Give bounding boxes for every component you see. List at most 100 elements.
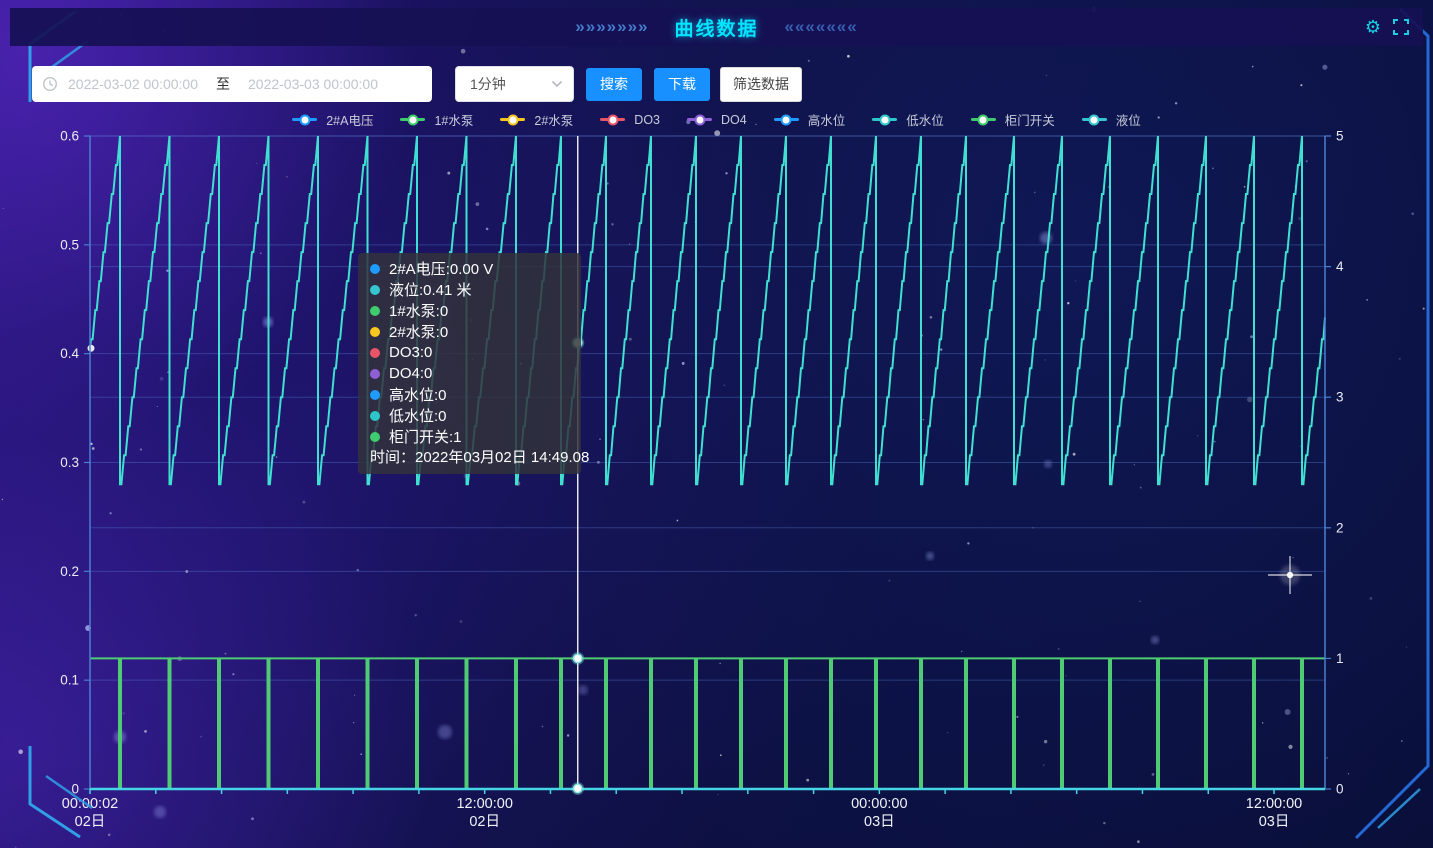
filter-data-button[interactable]: 筛选数据 <box>720 67 802 102</box>
star <box>1348 773 1349 774</box>
star <box>682 362 685 365</box>
glow-blob <box>1040 232 1052 244</box>
download-button[interactable]: 下载 <box>654 68 710 101</box>
star <box>724 385 725 386</box>
legend-item-3[interactable]: 2#水泵 <box>500 110 573 129</box>
legend-item-1[interactable]: 2#A电压 <box>292 110 373 129</box>
series-line-liquid-level <box>90 136 1325 484</box>
star <box>1252 66 1254 68</box>
tooltip-series-dot <box>370 348 380 358</box>
star <box>415 695 418 698</box>
legend-marker-dot <box>781 114 792 125</box>
date-start-value[interactable]: 2022-03-02 00:00:00 <box>58 76 208 92</box>
star <box>922 419 924 421</box>
star <box>108 834 111 837</box>
legend-marker-line <box>1082 118 1107 121</box>
star <box>1108 186 1110 188</box>
star <box>157 406 158 407</box>
search-button[interactable]: 搜索 <box>586 68 642 101</box>
corner-accent-bottom-left <box>46 776 92 808</box>
star <box>90 443 93 446</box>
star <box>1046 75 1048 77</box>
legend-item-2[interactable]: 1#水泵 <box>400 110 473 129</box>
legend-marker-dot <box>694 114 705 125</box>
star <box>717 794 719 796</box>
legend-label: 高水位 <box>808 110 846 129</box>
legend-marker-dot <box>407 114 418 125</box>
y-left-tick-label: 0 <box>71 782 79 797</box>
legend-marker-dot <box>299 114 310 125</box>
star <box>276 456 278 458</box>
x-tick-label-time: 00:00:02 <box>62 796 118 812</box>
star <box>1175 102 1177 104</box>
series-line-door-switch <box>90 658 1325 788</box>
interval-select[interactable]: 1分钟 <box>455 66 574 102</box>
legend-label: DO4 <box>721 113 747 127</box>
tooltip-series-dot <box>370 327 380 337</box>
star <box>806 779 809 782</box>
star <box>567 734 569 736</box>
star <box>888 580 890 582</box>
star <box>1044 740 1047 743</box>
star <box>611 223 613 225</box>
star <box>1140 487 1142 489</box>
star <box>719 663 720 664</box>
star <box>1366 299 1368 301</box>
x-tick-label-time: 00:00:00 <box>851 796 907 812</box>
legend-marker-line <box>687 118 712 121</box>
legend-item-6[interactable]: 高水位 <box>774 110 846 129</box>
date-end-value[interactable]: 2022-03-03 00:00:00 <box>238 76 388 92</box>
date-range-input[interactable]: 2022-03-02 00:00:00 至 2022-03-03 00:00:0… <box>32 66 432 102</box>
star <box>1326 757 1328 759</box>
glow-blob <box>1044 460 1052 468</box>
clock-icon <box>42 76 58 92</box>
star <box>677 520 679 522</box>
star <box>947 732 948 733</box>
star <box>516 481 521 486</box>
glow-blob <box>438 725 452 739</box>
tooltip-time: 时间：2022年03月02日 14:49.08 <box>370 447 569 468</box>
x-tick-label-time: 12:00:00 <box>1246 796 1302 812</box>
star <box>1423 308 1425 310</box>
date-separator: 至 <box>216 74 230 94</box>
flare-glow <box>1280 565 1300 585</box>
legend-item-8[interactable]: 柜门开关 <box>971 110 1055 129</box>
star <box>1103 822 1105 824</box>
y-left-tick-label: 0.2 <box>60 564 79 579</box>
star <box>459 620 462 623</box>
glow-blob <box>926 552 934 560</box>
star <box>1247 397 1253 403</box>
star <box>1294 185 1296 187</box>
crosshair-marker <box>574 654 582 662</box>
legend-item-4[interactable]: DO3 <box>600 113 660 127</box>
fullscreen-icon[interactable] <box>1393 19 1409 35</box>
star <box>629 338 632 341</box>
legend-item-5[interactable]: DO4 <box>687 113 747 127</box>
header-bar: »»»»»»» 曲线数据 ««««««« ⚙ <box>10 8 1423 46</box>
star <box>1322 65 1327 70</box>
settings-gear-icon[interactable]: ⚙ <box>1365 17 1381 38</box>
legend-label: 1#水泵 <box>434 110 473 129</box>
y-right-tick-label: 2 <box>1336 520 1344 535</box>
tooltip-series-value: 低水位:0 <box>389 405 447 426</box>
y-right-tick-label: 3 <box>1336 390 1344 405</box>
star <box>1300 445 1302 447</box>
star <box>2 499 3 500</box>
y-right-tick-label: 5 <box>1336 129 1344 144</box>
series-start-marker <box>88 345 95 352</box>
legend-item-9[interactable]: 液位 <box>1082 110 1141 129</box>
star <box>1288 745 1292 749</box>
tooltip-series-value: 高水位:0 <box>389 384 447 405</box>
tooltip-series-dot <box>370 390 380 400</box>
tooltip-series-dot <box>370 285 380 295</box>
star <box>461 49 466 54</box>
legend-item-7[interactable]: 低水位 <box>872 110 944 129</box>
star <box>720 754 722 756</box>
star <box>1058 648 1060 650</box>
star <box>251 817 254 820</box>
star <box>1075 280 1076 281</box>
star <box>1300 84 1302 86</box>
star <box>1067 302 1069 304</box>
x-tick-label-time: 12:00:00 <box>456 796 512 812</box>
tooltip-series-value: 2#A电压:0.00 V <box>389 258 493 279</box>
